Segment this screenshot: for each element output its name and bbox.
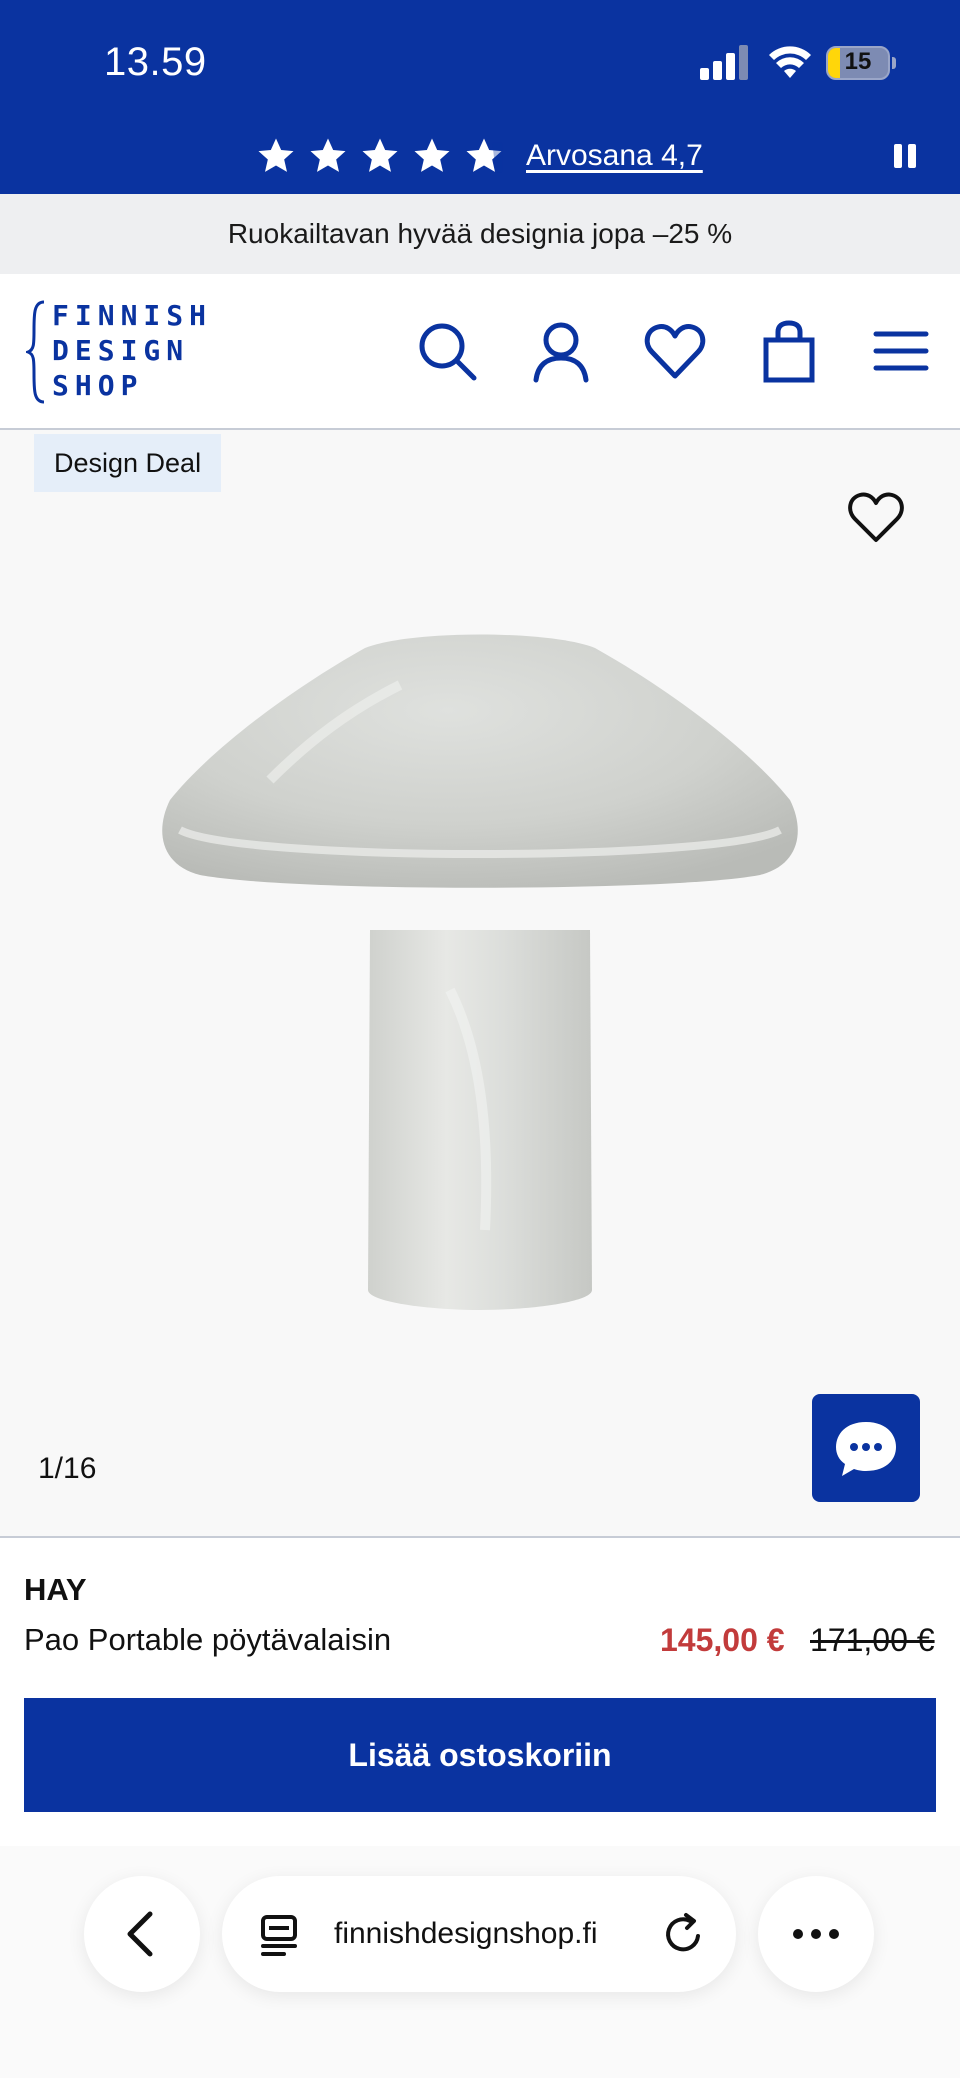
- logo-line-1: FINNISH: [52, 299, 213, 332]
- pause-icon[interactable]: [892, 144, 920, 170]
- search-icon[interactable]: [414, 318, 480, 384]
- original-price: 171,00 €: [810, 1622, 935, 1658]
- reload-icon[interactable]: [662, 1912, 706, 1956]
- browser-toolbar: finnishdesignshop.fi: [0, 1846, 960, 2078]
- reader-icon[interactable]: [260, 1914, 300, 1956]
- product-brand[interactable]: HAY: [24, 1572, 87, 1608]
- promo-strip[interactable]: Ruokailtavan hyvää designia jopa –25 %: [0, 194, 960, 274]
- logo-line-3: SHOP: [52, 369, 144, 402]
- more-button[interactable]: [758, 1876, 874, 1992]
- battery-icon: 15: [826, 46, 896, 80]
- star-half-icon: [466, 138, 503, 173]
- product-name: Pao Portable pöytävalaisin: [24, 1622, 392, 1657]
- rating-row: Arvosana 4,7: [256, 132, 703, 180]
- rating-link[interactable]: Arvosana 4,7: [526, 139, 703, 173]
- cart-icon[interactable]: [756, 318, 822, 384]
- star-icon: [310, 138, 346, 172]
- chat-button[interactable]: [812, 1394, 920, 1502]
- wishlist-icon[interactable]: [642, 318, 708, 384]
- address-bar[interactable]: finnishdesignshop.fi: [222, 1876, 736, 1992]
- battery-level: 15: [844, 48, 872, 75]
- more-icon: [793, 1929, 839, 1939]
- status-time: 13.59: [104, 40, 207, 84]
- product-image: [162, 634, 798, 1310]
- top-banner: 13.59 15 Arvosana 4,7: [0, 0, 960, 194]
- site-logo[interactable]: FINNISH DESIGN SHOP: [26, 298, 206, 408]
- add-to-cart-button[interactable]: Lisää ostoskoriin: [24, 1698, 936, 1812]
- design-deal-badge: Design Deal: [34, 434, 222, 492]
- star-icon: [414, 138, 450, 172]
- site-header: FINNISH DESIGN SHOP: [0, 274, 960, 430]
- logo-wordmark: FINNISH DESIGN SHOP: [52, 298, 212, 403]
- signal-icon: [700, 45, 748, 80]
- account-icon[interactable]: [528, 318, 594, 384]
- url-text: finnishdesignshop.fi: [334, 1917, 598, 1950]
- back-icon: [127, 1911, 153, 1957]
- logo-brace-icon: [26, 300, 45, 404]
- heart-icon[interactable]: [846, 490, 906, 544]
- back-button[interactable]: [84, 1876, 200, 1992]
- logo-line-2: DESIGN: [52, 334, 190, 367]
- star-icon: [258, 138, 294, 172]
- image-counter: 1/16: [38, 1452, 97, 1485]
- sale-price: 145,00 €: [660, 1622, 785, 1658]
- star-icon: [362, 138, 398, 172]
- wifi-icon: [769, 46, 811, 78]
- product-gallery[interactable]: Design Deal 1/16: [0, 430, 960, 1538]
- chat-icon: [836, 1422, 896, 1476]
- menu-icon[interactable]: [868, 318, 934, 384]
